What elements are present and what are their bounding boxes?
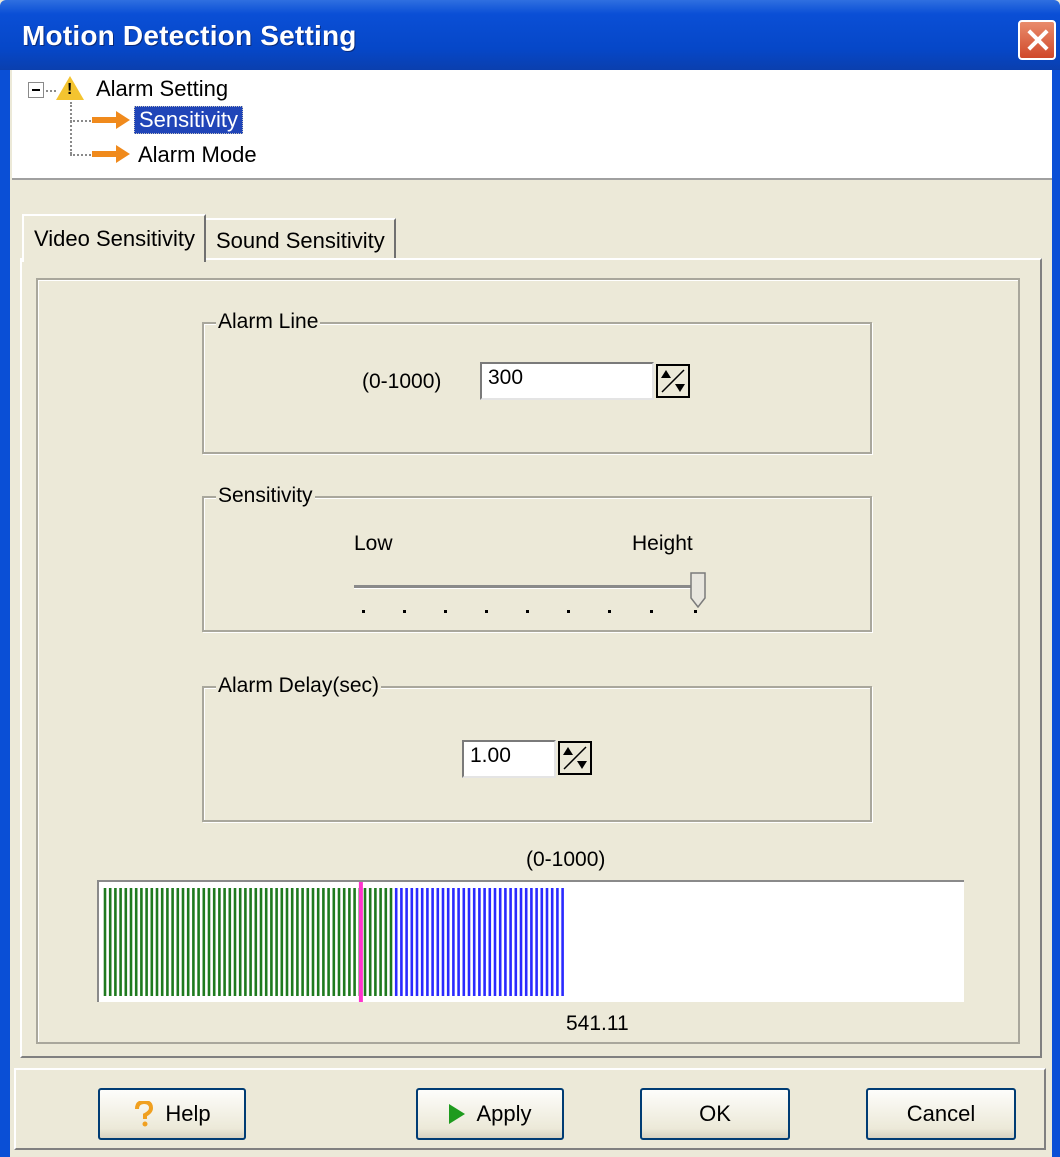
meter-value-label: 541.11 bbox=[566, 1012, 629, 1035]
ok-label: OK bbox=[699, 1101, 731, 1126]
apply-button[interactable]: Apply bbox=[416, 1088, 564, 1140]
help-label: Help bbox=[165, 1101, 211, 1126]
sensitivity-slider-thumb[interactable] bbox=[690, 572, 706, 608]
tree-item-alarm-mode[interactable]: Alarm Mode bbox=[138, 142, 257, 168]
alarm-line-spin-button[interactable] bbox=[656, 364, 690, 398]
sensitivity-high-label: Height bbox=[632, 532, 693, 555]
title-bar: Motion Detection Setting bbox=[0, 0, 1060, 70]
alarm-delay-input[interactable]: 1.00 bbox=[462, 740, 556, 778]
level-meter-bars bbox=[103, 882, 564, 1002]
alarm-delay-caption: Alarm Delay(sec) bbox=[216, 674, 382, 698]
sensitivity-slider-track[interactable] bbox=[354, 585, 700, 589]
alarm-line-caption: Alarm Line bbox=[216, 310, 321, 334]
sensitivity-caption: Sensitivity bbox=[216, 484, 315, 508]
meter-range-label: (0-1000) bbox=[526, 848, 606, 871]
spin-arrows-icon bbox=[563, 746, 587, 770]
window-border-left bbox=[0, 70, 10, 1157]
alarm-line-range: (0-1000) bbox=[362, 370, 442, 393]
sensitivity-group: Sensitivity bbox=[202, 484, 872, 632]
close-button[interactable] bbox=[1018, 20, 1056, 60]
alarm-delay-spin-button[interactable] bbox=[558, 741, 592, 775]
cancel-button[interactable]: Cancel bbox=[866, 1088, 1016, 1140]
ok-button[interactable]: OK bbox=[640, 1088, 790, 1140]
sound-level-meter bbox=[97, 880, 964, 1002]
tree-item-alarm-setting[interactable]: Alarm Setting bbox=[96, 76, 228, 102]
cancel-label: Cancel bbox=[906, 1101, 976, 1126]
spin-arrows-icon bbox=[661, 369, 685, 393]
help-button[interactable]: Help bbox=[98, 1088, 246, 1140]
tree-item-sensitivity[interactable]: Sensitivity bbox=[134, 106, 244, 134]
apply-label: Apply bbox=[476, 1101, 532, 1126]
window-border-right bbox=[1052, 70, 1060, 1157]
window-title: Motion Detection Setting bbox=[22, 20, 357, 51]
alarm-line-input[interactable]: 300 bbox=[480, 362, 654, 400]
tab-sound-sensitivity[interactable]: Sound Sensitivity bbox=[206, 218, 396, 258]
arrow-icon bbox=[92, 111, 130, 129]
sensitivity-low-label: Low bbox=[354, 532, 393, 555]
play-icon bbox=[449, 1104, 466, 1124]
warning-icon: ! bbox=[56, 76, 84, 100]
arrow-icon bbox=[92, 145, 130, 163]
collapse-icon[interactable] bbox=[28, 82, 44, 98]
help-icon bbox=[135, 1101, 154, 1127]
settings-tree[interactable]: ! Alarm Setting Sensitivity Alarm Mode bbox=[12, 70, 1052, 180]
tab-video-sensitivity[interactable]: Video Sensitivity bbox=[22, 214, 206, 262]
